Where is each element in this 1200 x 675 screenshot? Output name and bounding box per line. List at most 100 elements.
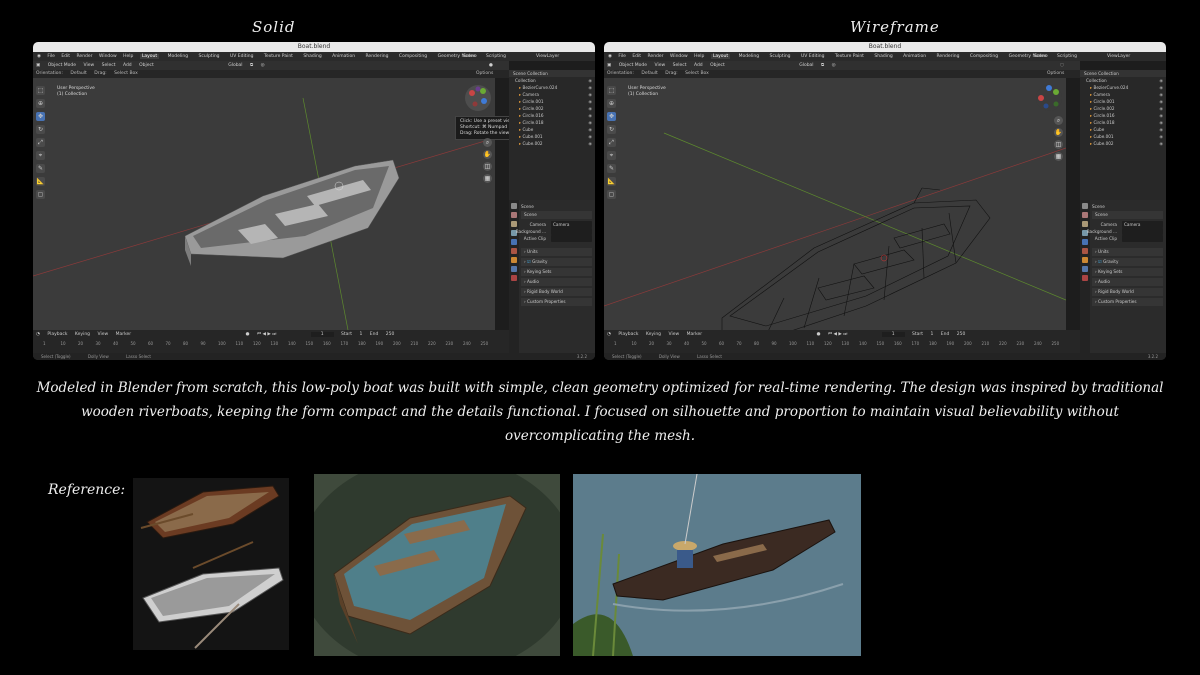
object-tab-icon[interactable] — [1082, 257, 1088, 263]
scene-section-header[interactable]: Scene — [1092, 211, 1163, 219]
menu-edit[interactable]: Edit — [61, 54, 70, 59]
editor-type-icon[interactable]: ▣ — [607, 63, 611, 68]
outliner-item[interactable]: ▸ Cube.001 ◉ — [509, 133, 595, 140]
outliner-item[interactable]: ▸ Cube.002 ◉ — [1080, 140, 1166, 147]
gravity-section[interactable]: › ☑ Gravity — [1092, 258, 1163, 266]
workspace-tab-rendering[interactable]: Rendering — [364, 54, 391, 59]
scene-tab-icon[interactable] — [511, 239, 517, 245]
start-frame-field[interactable]: 1 — [930, 332, 933, 337]
snap-icon[interactable]: ⧉ — [821, 63, 824, 68]
visibility-eye-icon[interactable]: ◉ — [588, 77, 592, 84]
outliner-item[interactable]: Collection ◉ — [1080, 77, 1166, 84]
proportional-edit-icon[interactable]: ◎ — [832, 63, 836, 68]
frame-ruler[interactable]: 1 10 20 30 40 50 60 70 80 90 100 110 120 130 140 150 160… — [43, 341, 509, 349]
drag-dropdown[interactable]: Select Box — [114, 71, 138, 76]
outliner-item[interactable]: ▸ BezierCurve.024 ◉ — [509, 84, 595, 91]
modifier-tab-icon[interactable] — [1082, 266, 1088, 272]
timeline-view-menu[interactable]: View — [97, 332, 108, 337]
cursor-tool-icon[interactable]: ⊕ — [36, 99, 45, 108]
playback-menu[interactable]: Playback — [618, 332, 638, 337]
3d-viewport[interactable]: User Perspective (1) Collection ⬚ ⊕ ✥ ↻ … — [33, 78, 531, 360]
grid-view-icon[interactable]: ▦ — [1054, 152, 1063, 161]
rotate-tool-icon[interactable]: ↻ — [36, 125, 45, 134]
workspace-tab-layout[interactable]: Layout — [139, 54, 160, 59]
visibility-eye-icon[interactable]: ◉ — [588, 112, 592, 119]
workspace-tab-layout[interactable]: Layout — [710, 54, 731, 59]
render-tab-icon[interactable] — [1082, 212, 1088, 218]
zoom-icon[interactable]: ⌕ — [483, 138, 492, 147]
workspace-tab-animation[interactable]: Animation — [901, 54, 928, 59]
pan-hand-icon[interactable]: ✋ — [1054, 128, 1063, 137]
view-menu[interactable]: View — [655, 63, 666, 68]
keying-menu[interactable]: Keying — [646, 332, 661, 337]
frame-ruler[interactable]: 1 10 20 30 40 50 60 70 80 90 100 110 120 130 140 150 160… — [614, 341, 1080, 349]
playback-menu[interactable]: Playback — [47, 332, 67, 337]
select-tool-icon[interactable]: ⬚ — [607, 86, 616, 95]
transform-tool-icon[interactable]: ⌖ — [607, 151, 616, 160]
world-tab-icon[interactable] — [511, 248, 517, 254]
playback-controls-icon[interactable]: ⏮ ◀ ▶ ⏭ — [828, 332, 847, 337]
workspace-tab-compositing[interactable]: Compositing — [397, 54, 429, 59]
view-layer-selector[interactable]: ViewLayer — [1107, 52, 1130, 61]
workspace-tab-uv-editing[interactable]: UV Editing — [228, 54, 255, 59]
menu-file[interactable]: File — [47, 54, 55, 59]
transform-orientation-dropdown[interactable]: Global — [799, 63, 813, 68]
visibility-eye-icon[interactable]: ◉ — [588, 98, 592, 105]
object-menu[interactable]: Object — [139, 63, 154, 68]
visibility-eye-icon[interactable]: ◉ — [1159, 140, 1163, 147]
start-frame-field[interactable]: 1 — [359, 332, 362, 337]
add-cube-tool-icon[interactable]: ▢ — [36, 190, 45, 199]
record-icon[interactable]: ● — [246, 332, 250, 337]
rotate-tool-icon[interactable]: ↻ — [607, 125, 616, 134]
outliner-scene-collection[interactable]: Scene Collection — [509, 70, 595, 77]
workspace-tab-shading[interactable]: Shading — [301, 54, 323, 59]
measure-tool-icon[interactable]: 📐 — [36, 177, 45, 186]
outliner-item[interactable]: ▸ Cube.001 ◉ — [1080, 133, 1166, 140]
playback-controls-icon[interactable]: ⏮ ◀ ▶ ⏭ — [257, 332, 276, 337]
shading-solid-icon[interactable]: ● — [489, 63, 493, 68]
gravity-checkbox[interactable]: ☑ — [527, 259, 531, 264]
workspace-tab-scripting[interactable]: Scripting — [484, 54, 508, 59]
record-icon[interactable]: ● — [817, 332, 821, 337]
scale-tool-icon[interactable]: ⤢ — [607, 138, 616, 147]
render-tab-icon[interactable] — [511, 212, 517, 218]
workspace-tab-sculpting[interactable]: Sculpting — [197, 54, 222, 59]
editor-type-icon[interactable]: ▣ — [36, 63, 40, 68]
menu-render[interactable]: Render — [77, 54, 93, 59]
outliner-item[interactable]: ▸ Circle.002 ◉ — [1080, 105, 1166, 112]
outliner-item[interactable]: ▸ Camera ◉ — [1080, 91, 1166, 98]
visibility-eye-icon[interactable]: ◉ — [588, 84, 592, 91]
move-tool-icon[interactable]: ✥ — [36, 112, 45, 121]
rigid-body-world-section[interactable]: › Rigid Body World — [521, 288, 592, 296]
outliner-item[interactable]: ▸ Circle.002 ◉ — [509, 105, 595, 112]
custom-properties-section[interactable]: › Custom Properties — [521, 298, 592, 306]
visibility-eye-icon[interactable]: ◉ — [588, 105, 592, 112]
output-tab-icon[interactable] — [511, 221, 517, 227]
cursor-tool-icon[interactable]: ⊕ — [607, 99, 616, 108]
object-tab-icon[interactable] — [511, 257, 517, 263]
keying-sets-section[interactable]: › Keying Sets — [521, 268, 592, 276]
workspace-tab-rendering[interactable]: Rendering — [935, 54, 962, 59]
outliner-item[interactable]: ▸ Cube.002 ◉ — [509, 140, 595, 147]
tool-tab-icon[interactable] — [511, 203, 517, 209]
add-cube-tool-icon[interactable]: ▢ — [607, 190, 616, 199]
snap-icon[interactable]: ⧉ — [250, 63, 253, 68]
3d-viewport[interactable]: User Perspective (1) Collection ⬚ ⊕ ✥ ↻ … — [604, 78, 1066, 360]
scene-tab-icon[interactable] — [1082, 239, 1088, 245]
world-tab-icon[interactable] — [1082, 248, 1088, 254]
visibility-eye-icon[interactable]: ◉ — [1159, 112, 1163, 119]
outliner-item[interactable]: ▸ Circle.018 ◉ — [509, 119, 595, 126]
navigation-gizmo[interactable] — [463, 83, 493, 113]
drag-dropdown[interactable]: Select Box — [685, 71, 709, 76]
camera-view-icon[interactable]: ◫ — [1054, 140, 1063, 149]
scene-section-header[interactable]: Scene — [521, 211, 592, 219]
orientation-dropdown[interactable]: Default — [641, 71, 657, 76]
current-frame-field[interactable]: 1 — [881, 332, 905, 337]
marker-menu[interactable]: Marker — [687, 332, 703, 337]
visibility-eye-icon[interactable]: ◉ — [588, 119, 592, 126]
annotate-tool-icon[interactable]: ✎ — [607, 164, 616, 173]
workspace-tab-modeling[interactable]: Modeling — [737, 54, 761, 59]
visibility-eye-icon[interactable]: ◉ — [1159, 91, 1163, 98]
keying-sets-section[interactable]: › Keying Sets — [1092, 268, 1163, 276]
blender-logo-icon[interactable]: ◉ — [608, 54, 612, 59]
